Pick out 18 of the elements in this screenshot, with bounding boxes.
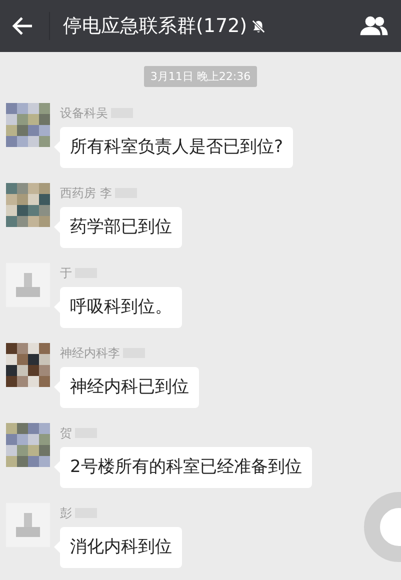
message-bubble: 神经内科已到位 <box>60 367 199 408</box>
message-bubble: 所有科室负责人是否已到位? <box>60 127 294 168</box>
default-avatar-icon[interactable] <box>6 263 50 307</box>
timestamp: 3月11日 晚上22:36 <box>144 66 257 87</box>
sender-name: 神经内科李 <box>60 344 120 362</box>
message-bubble: 消化内科到位 <box>60 527 182 568</box>
message-bubble: 呼吸科到位。 <box>60 287 182 328</box>
sender-name: 于 <box>60 264 72 282</box>
chat-title: 停电应急联系群(172) <box>63 14 248 39</box>
sender-name: 彭 <box>60 504 72 522</box>
default-avatar-icon[interactable] <box>6 503 50 547</box>
group-members-icon[interactable] <box>359 15 389 37</box>
back-icon[interactable] <box>12 16 34 36</box>
sender-name: 西药房 李 <box>60 184 112 202</box>
sender-name: 贺 <box>60 424 72 442</box>
message-bubble: 2号楼所有的科室已经准备到位 <box>60 447 312 488</box>
sender-name: 设备科吴 <box>60 104 108 122</box>
message-bubble: 药学部已到位 <box>60 207 182 248</box>
